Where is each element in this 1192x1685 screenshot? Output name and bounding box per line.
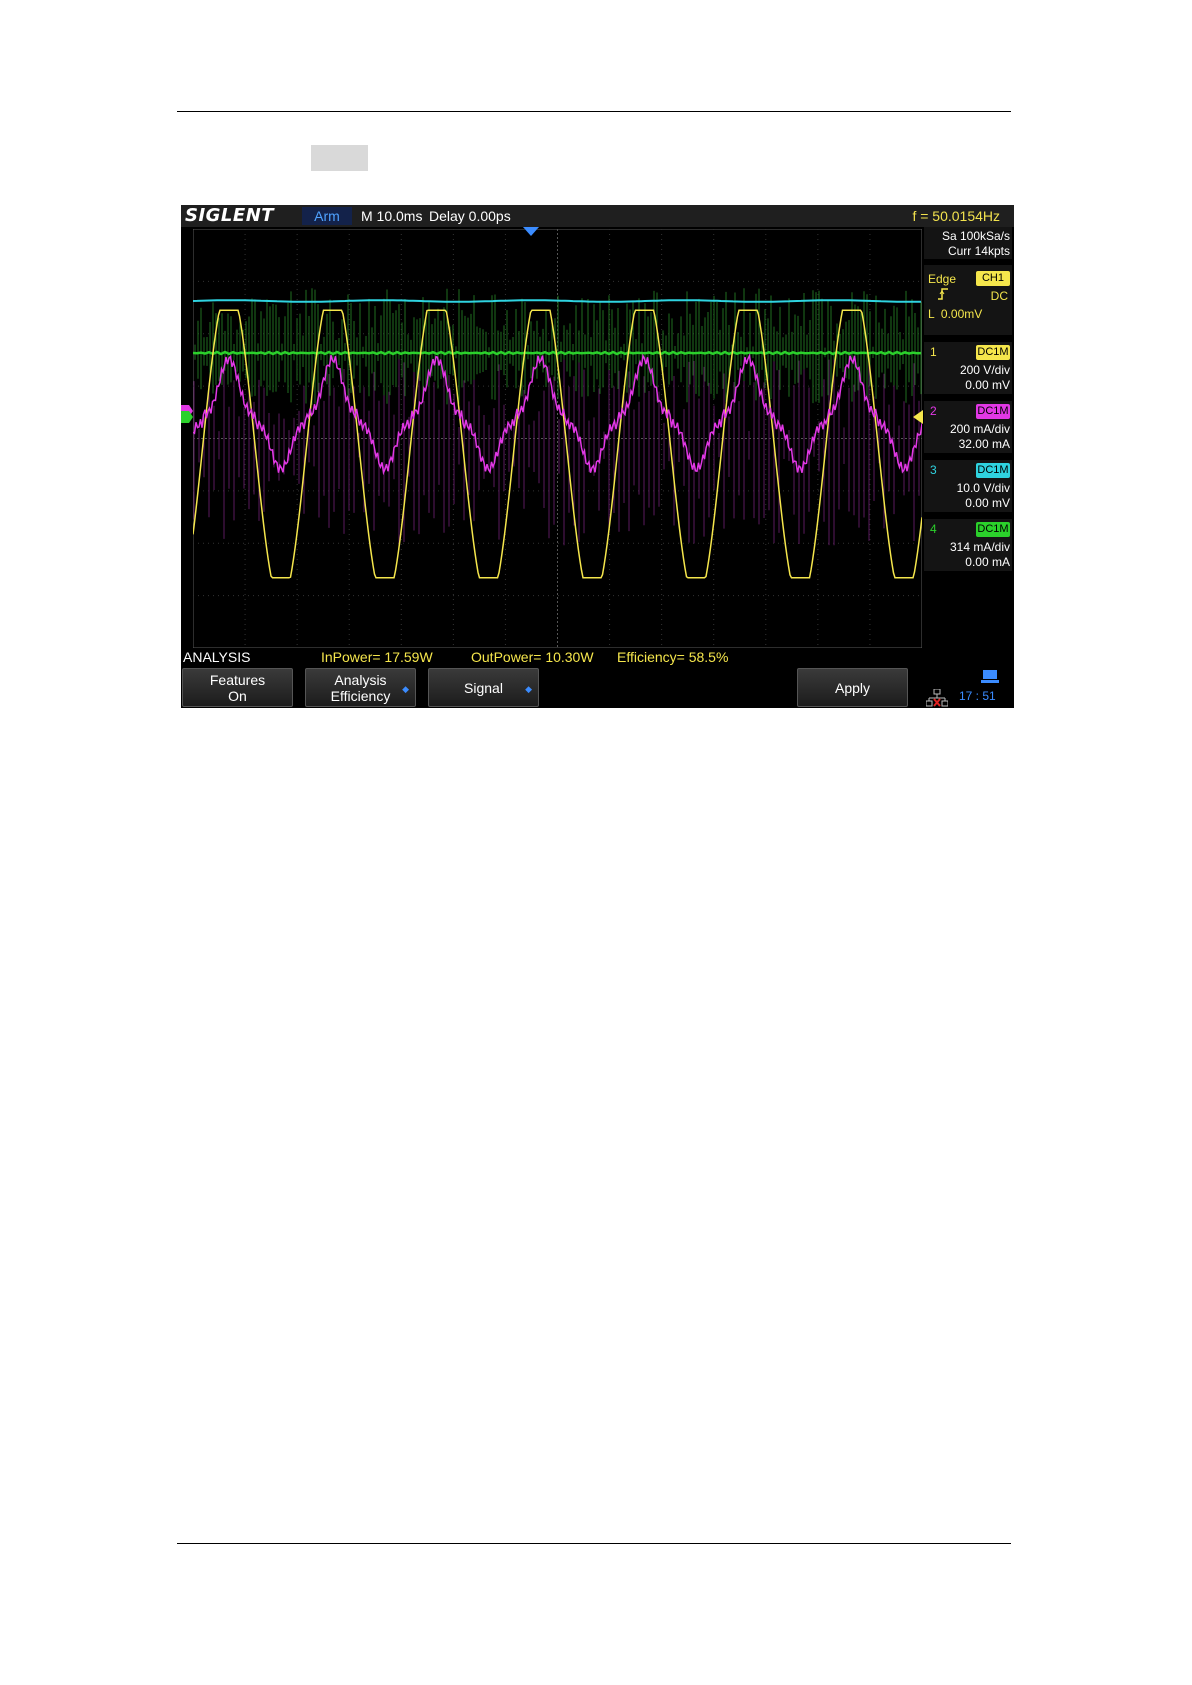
- analysis-label: Analysis: [334, 671, 387, 688]
- channel-4-box[interactable]: 4 DC1M 314 mA/div 0.00 mA: [924, 519, 1012, 571]
- waveform-display: [193, 229, 922, 648]
- channel-scale: 10.0 V/div: [956, 481, 1010, 495]
- output-power-readout: OutPower= 10.30W: [471, 649, 594, 665]
- softkey-menu: Features On Analysis Efficiency ◆ Signal…: [181, 667, 1014, 708]
- efficiency-readout: Efficiency= 58.5%: [617, 649, 729, 665]
- frequency-readout: f = 50.0154Hz: [912, 208, 1000, 224]
- features-label: Features: [209, 671, 266, 688]
- rising-edge-icon: [938, 288, 948, 303]
- input-power-readout: InPower= 17.59W: [321, 649, 433, 665]
- apply-button[interactable]: Apply: [797, 668, 908, 707]
- channel-number: 2: [930, 404, 937, 418]
- channel-coupling-badge: DC1M: [976, 404, 1010, 419]
- signal-button[interactable]: Signal ◆: [428, 668, 539, 707]
- channel-offset: 32.00 mA: [958, 437, 1010, 451]
- channel-scale: 314 mA/div: [949, 540, 1010, 554]
- usb-device-icon: [981, 670, 999, 683]
- channel-offset: 0.00 mA: [965, 555, 1010, 569]
- submenu-arrow-icon: ◆: [402, 684, 409, 694]
- apply-label: Apply: [834, 679, 871, 696]
- signal-label: Signal: [464, 679, 503, 696]
- header-rule: [177, 111, 1011, 112]
- channel-3-box[interactable]: 3 DC1M 10.0 V/div 0.00 mV: [924, 460, 1012, 512]
- siglent-logo: SIGLENT: [185, 205, 275, 226]
- clock-readout: 17 : 51: [959, 689, 996, 703]
- features-state: On: [228, 687, 247, 704]
- oscilloscope-screen: SIGLENT Arm M 10.0ms Delay 0.00ps f = 50…: [181, 205, 1014, 708]
- channel-coupling-badge: DC1M: [976, 522, 1010, 537]
- right-info-panel: Sa 100kSa/s Curr 14kpts Edge CH1 DC L 0.…: [922, 227, 1014, 707]
- memory-depth: Curr 14kpts: [947, 244, 1010, 258]
- channel-offset: 0.00 mV: [965, 496, 1010, 510]
- trigger-level: L 0.00mV: [928, 307, 983, 321]
- analysis-label: ANALYSIS: [183, 649, 251, 665]
- channel-1-box[interactable]: 1 DC1M 200 V/div 0.00 mV: [924, 342, 1012, 394]
- sample-rate: Sa 100kSa/s: [941, 229, 1010, 243]
- submenu-arrow-icon: ◆: [525, 684, 532, 694]
- channel-ground-marker-icon[interactable]: [181, 405, 193, 425]
- trigger-box[interactable]: Edge CH1 DC L 0.00mV: [924, 265, 1012, 335]
- trigger-position-marker-icon[interactable]: [523, 227, 539, 237]
- channel-2-box[interactable]: 2 DC1M 200 mA/div 32.00 mA: [924, 401, 1012, 453]
- channel-scale: 200 mA/div: [949, 422, 1010, 436]
- trigger-coupling: DC: [990, 289, 1008, 303]
- footer-rule: [177, 1543, 1011, 1544]
- highlight-box: [311, 145, 368, 171]
- features-button[interactable]: Features On: [182, 668, 293, 707]
- channel-coupling-badge: DC1M: [976, 463, 1010, 478]
- analysis-status-line: ANALYSIS InPower= 17.59W OutPower= 10.30…: [181, 648, 922, 667]
- network-disconnected-icon: [926, 689, 948, 707]
- acquisition-box[interactable]: Sa 100kSa/s Curr 14kpts: [924, 227, 1012, 259]
- channel-number: 3: [930, 463, 937, 477]
- timebase-readout: M 10.0ms: [361, 208, 423, 224]
- analysis-value: Efficiency: [330, 687, 391, 704]
- waveform-svg: [193, 229, 922, 648]
- channel-scale: 200 V/div: [959, 363, 1010, 377]
- trigger-source-badge: CH1: [976, 271, 1010, 286]
- channel-offset: 0.00 mV: [965, 378, 1010, 392]
- channel-coupling-badge: DC1M: [976, 345, 1010, 360]
- trigger-type: Edge: [928, 272, 957, 286]
- trigger-mode-indicator: Arm: [302, 207, 352, 225]
- channel-number: 1: [930, 345, 937, 359]
- channel-number: 4: [930, 522, 937, 536]
- analysis-type-button[interactable]: Analysis Efficiency ◆: [305, 668, 416, 707]
- delay-readout: Delay 0.00ps: [429, 208, 511, 224]
- top-status-bar: SIGLENT Arm M 10.0ms Delay 0.00ps f = 50…: [181, 205, 1014, 227]
